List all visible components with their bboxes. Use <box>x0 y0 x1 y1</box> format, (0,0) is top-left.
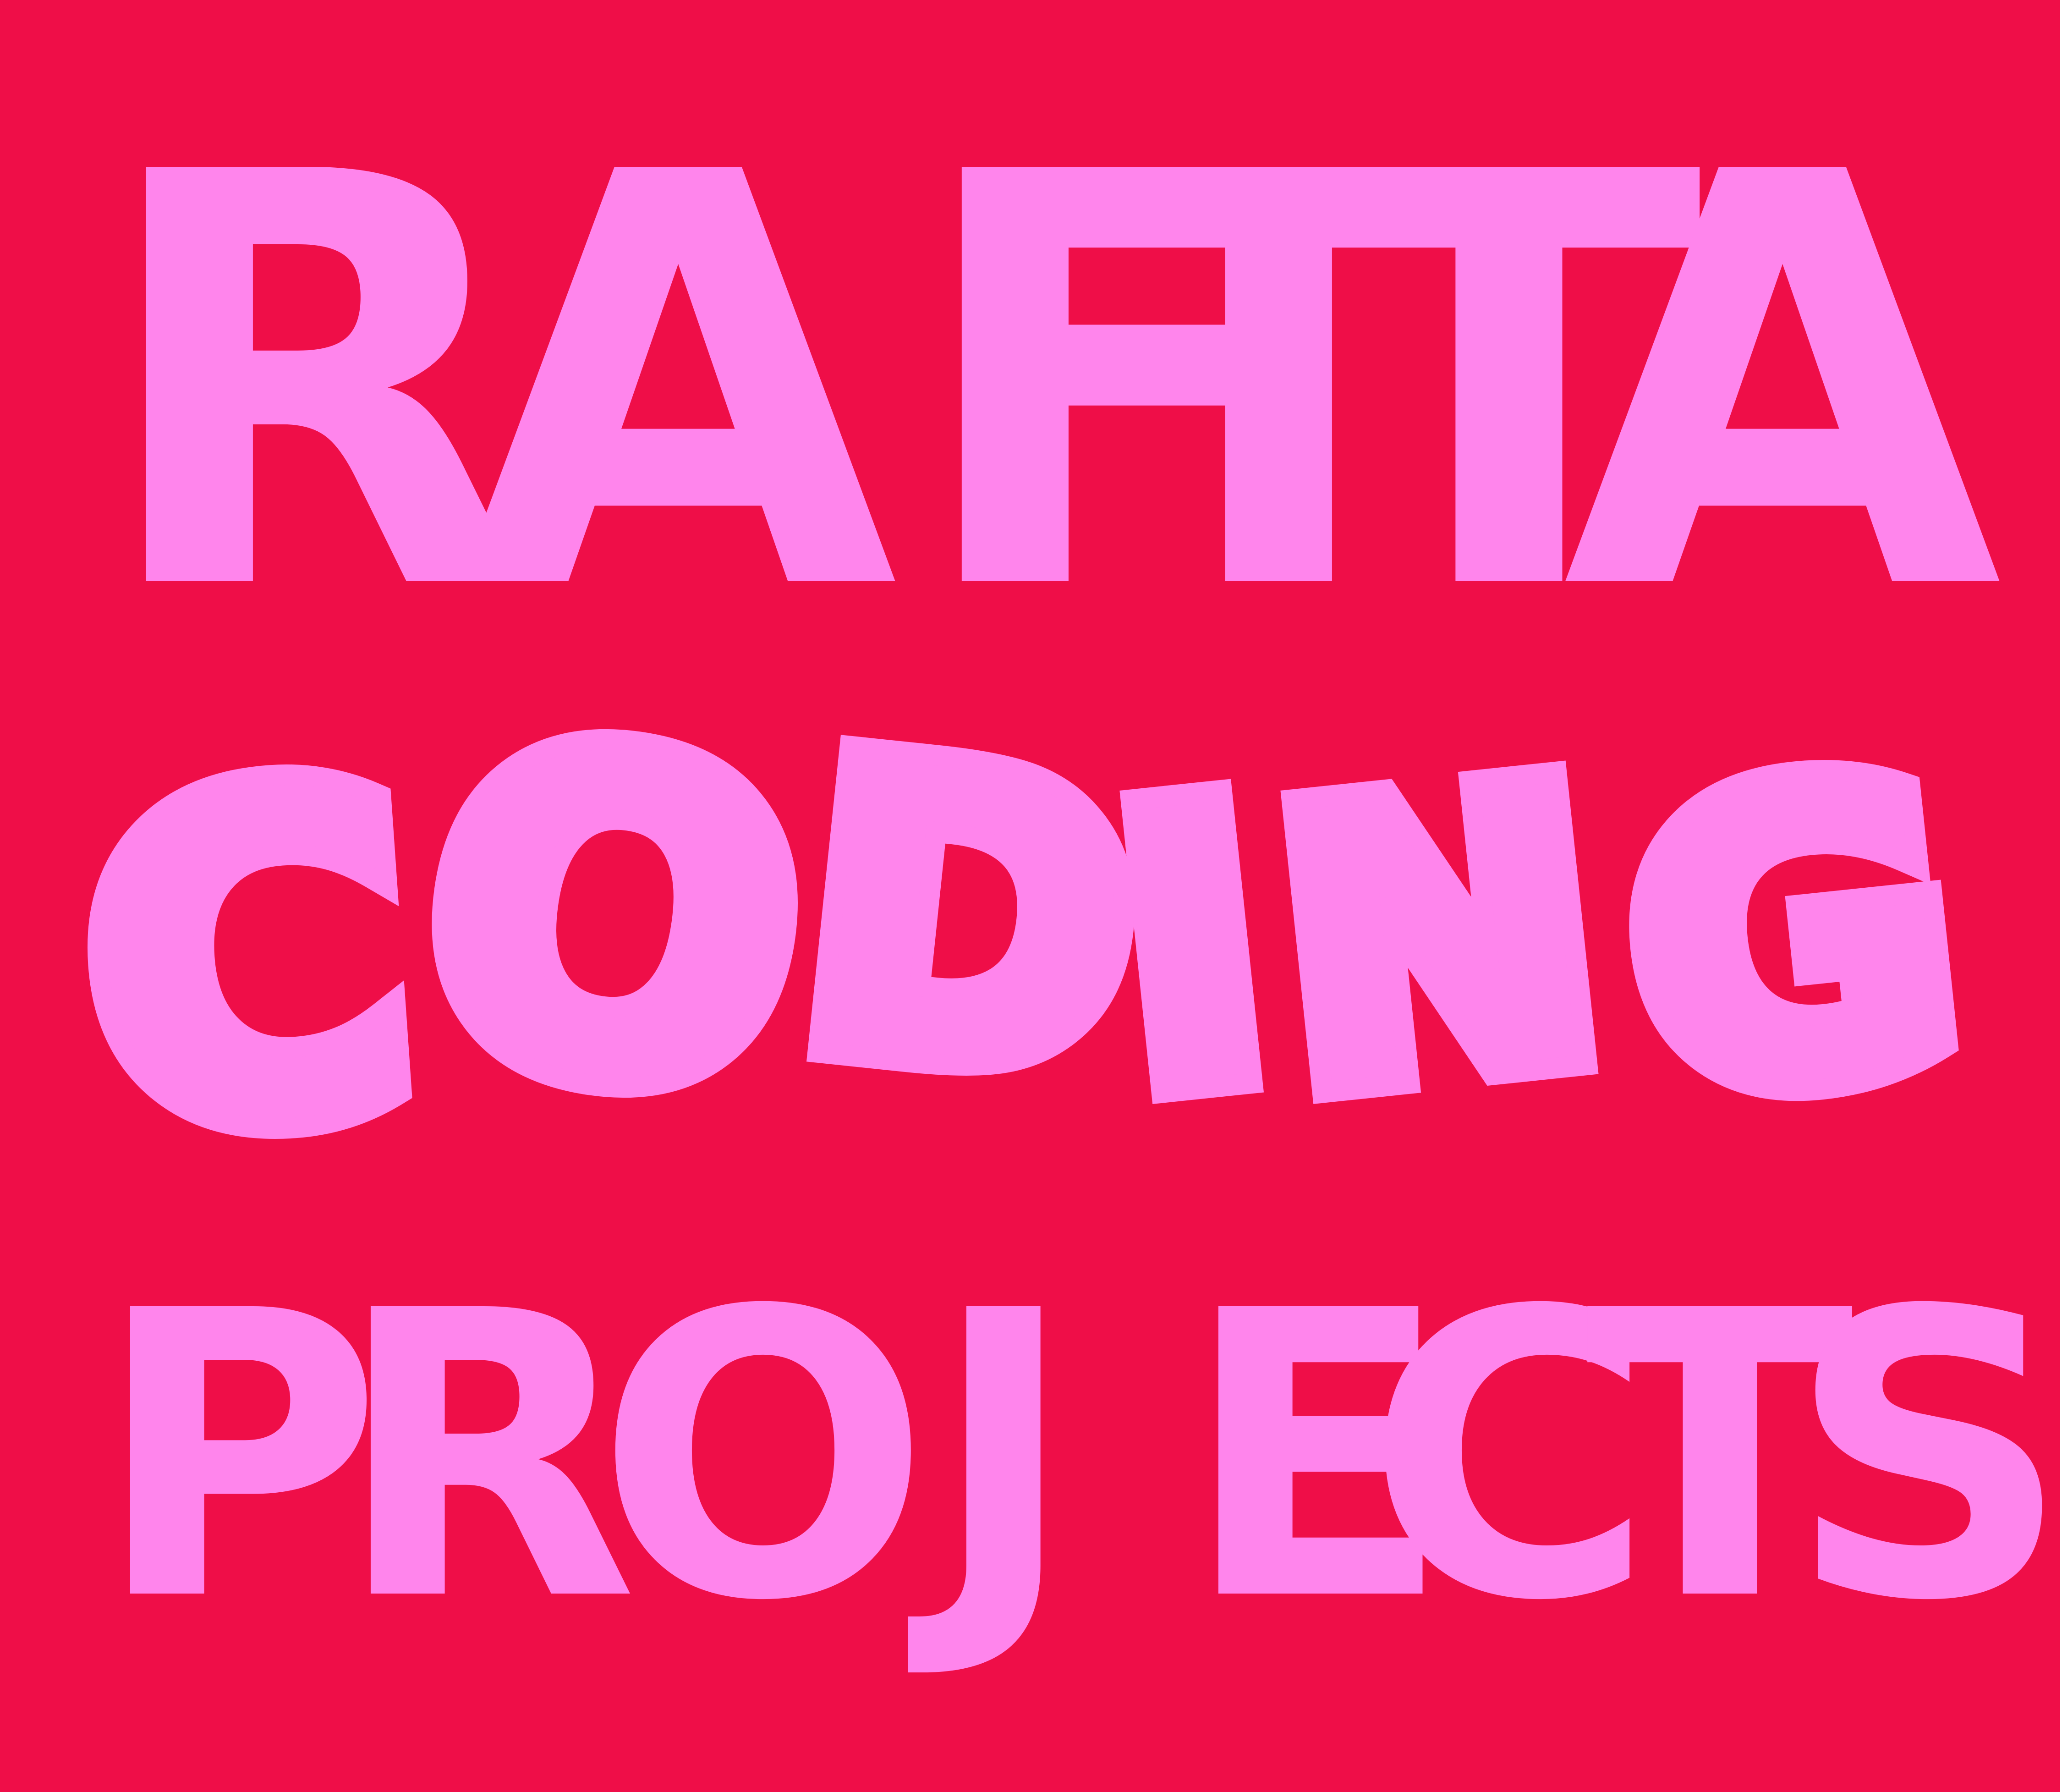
logo-letter: S <box>1787 1228 2062 1687</box>
image-edge <box>2060 0 2062 1792</box>
logo-letter: J <box>930 1228 1077 1687</box>
logo-letter: C <box>49 675 448 1249</box>
logo-word-coding: C O D I N G <box>0 627 2062 1249</box>
logo-letter: D <box>763 655 1178 1187</box>
logo-canvas: R A F I T A C O D I N G P R O J E C T S <box>0 0 2062 1792</box>
logo-letter: G <box>1588 674 1999 1205</box>
logo-letter: A <box>458 54 898 715</box>
logo-letter: O <box>377 627 851 1216</box>
logo-letter: N <box>1240 685 1640 1194</box>
logo-letter: R <box>335 1228 638 1687</box>
logo-letter: A <box>1563 54 2002 715</box>
logo-word-projects: P R O J E C T S <box>0 1228 2062 1687</box>
logo-letter: I <box>1080 704 1305 1194</box>
logo-word-rafita: R A F I T A <box>0 54 2062 715</box>
logo-letter: O <box>596 1228 931 1687</box>
